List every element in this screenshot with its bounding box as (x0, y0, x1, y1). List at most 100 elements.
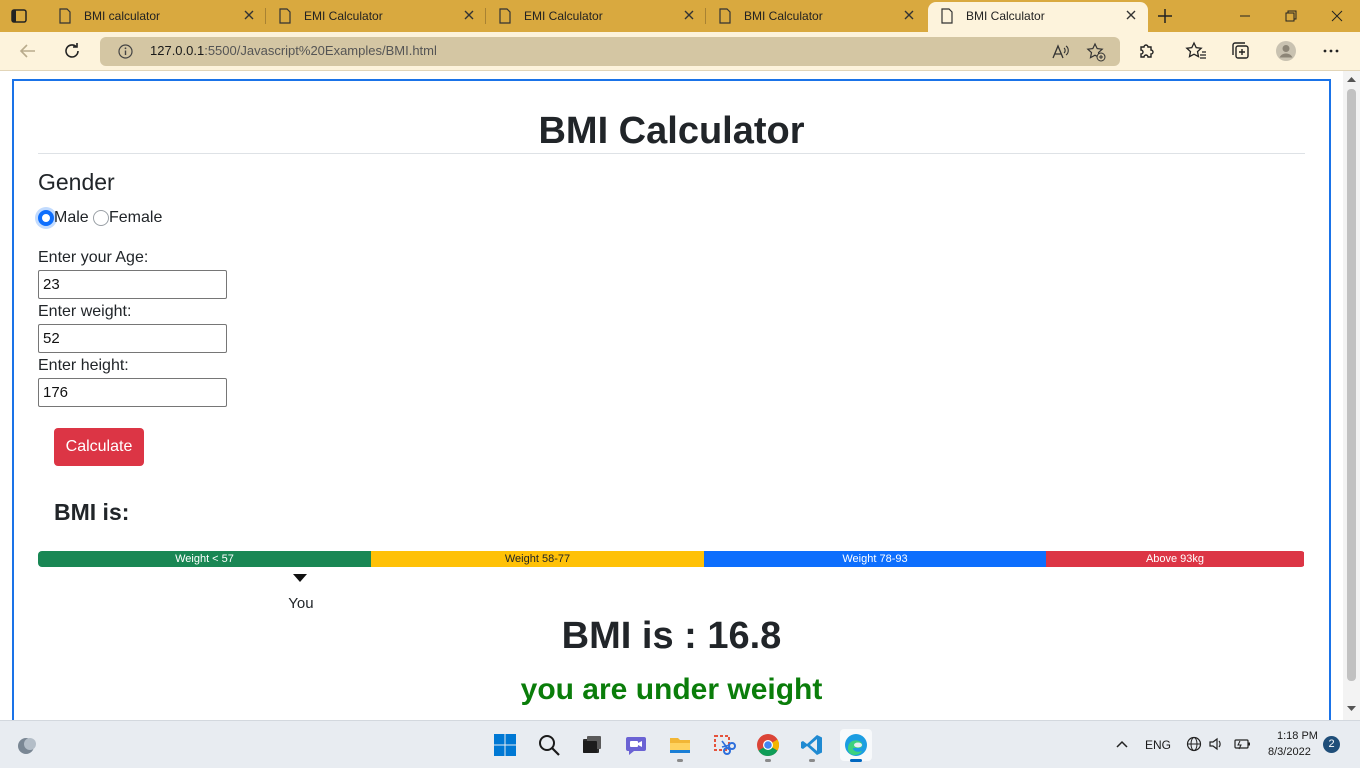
url-path: :5500/Javascript%20Examples/BMI.html (204, 43, 437, 58)
back-button[interactable] (17, 40, 39, 62)
page-scrollbar[interactable] (1343, 71, 1360, 720)
page-icon (941, 8, 953, 24)
age-input[interactable] (38, 270, 227, 299)
collections-icon (1232, 42, 1249, 59)
vscode-button[interactable] (796, 729, 828, 762)
weight-input[interactable] (38, 324, 227, 353)
url-host: 127.0.0.1 (150, 43, 205, 58)
scroll-thumb[interactable] (1347, 89, 1356, 681)
restore-icon (1285, 10, 1297, 22)
bmi-result: BMI is : 16.8 (561, 615, 782, 657)
browser-tab-active[interactable]: BMI Calculator (928, 2, 1148, 32)
chrome-icon (757, 734, 779, 756)
title-divider (38, 153, 1305, 154)
close-icon[interactable] (462, 8, 476, 22)
close-icon[interactable] (682, 8, 696, 22)
teams-chat-icon (626, 737, 646, 755)
search-icon (539, 735, 560, 756)
scroll-down-icon[interactable] (1347, 704, 1356, 713)
browser-tab[interactable]: EMI Calculator (486, 0, 706, 32)
snipping-tool-icon (714, 735, 736, 755)
back-arrow-icon (19, 44, 35, 58)
tab-title: EMI Calculator (304, 9, 383, 23)
page-icon (499, 8, 511, 24)
file-explorer-button[interactable] (664, 729, 696, 762)
url-text[interactable]: 127.0.0.1:5500/Javascript%20Examples/BMI… (150, 43, 437, 58)
teams-chat-button[interactable] (620, 729, 652, 761)
calculate-button[interactable]: Calculate (54, 428, 144, 466)
search-button[interactable] (533, 729, 565, 761)
taskview-button[interactable] (576, 729, 608, 761)
new-tab-icon[interactable] (1156, 7, 1174, 25)
tab-actions-icon[interactable] (10, 7, 28, 25)
male-radio[interactable] (38, 210, 54, 226)
show-hidden-icons-chevron-up-icon[interactable] (1115, 738, 1129, 750)
close-icon[interactable] (902, 8, 916, 22)
male-label[interactable]: Male (54, 209, 89, 227)
close-window-button[interactable] (1314, 0, 1360, 32)
edge-icon (845, 734, 867, 756)
more-dots-icon (1323, 49, 1339, 53)
close-icon[interactable] (242, 8, 256, 22)
language-indicator[interactable]: ENG (1145, 738, 1171, 752)
browser-toolbar: 127.0.0.1:5500/Javascript%20Examples/BMI… (0, 32, 1360, 71)
extensions-button[interactable] (1136, 40, 1158, 62)
task-view-icon (583, 736, 601, 753)
address-bar[interactable]: 127.0.0.1:5500/Javascript%20Examples/BMI… (100, 37, 1120, 66)
tab-title: BMI Calculator (966, 9, 1045, 23)
female-radio[interactable] (93, 210, 109, 226)
snipping-tool-button[interactable] (708, 729, 740, 761)
browser-tab[interactable]: BMI calculator (46, 0, 266, 32)
bmi-label: BMI is: (54, 499, 130, 525)
close-icon (1331, 10, 1343, 22)
weight-range-bar: Weight < 57 Weight 58-77 Weight 78-93 Above… (38, 551, 1305, 567)
you-marker-icon (293, 574, 308, 582)
add-favorite-icon[interactable] (1086, 42, 1106, 62)
page-icon (719, 8, 731, 24)
running-indicator (850, 759, 862, 762)
page-viewport: BMI Calculator Gender Male Female Enter … (0, 71, 1360, 720)
clock-time[interactable]: 1:18 PM (1277, 730, 1318, 742)
settings-more-button[interactable] (1320, 40, 1342, 62)
gender-heading: Gender (38, 169, 115, 195)
browser-tab-strip: BMI calculator EMI Calculator EMI Calcul… (0, 0, 1360, 32)
notification-badge[interactable]: 2 (1323, 736, 1340, 753)
info-icon[interactable] (118, 44, 133, 59)
weight-range-segment: Above 93kg (1046, 551, 1304, 567)
weather-widget-icon[interactable] (16, 734, 40, 756)
favorites-button[interactable] (1185, 40, 1207, 62)
folder-icon (670, 738, 690, 753)
restore-button[interactable] (1268, 0, 1314, 32)
edge-button[interactable] (840, 729, 872, 762)
age-label: Enter your Age: (38, 249, 149, 266)
clock-date[interactable]: 8/3/2022 (1268, 746, 1311, 758)
female-label[interactable]: Female (109, 209, 162, 227)
close-icon[interactable] (1124, 8, 1138, 22)
browser-tab[interactable]: BMI Calculator (706, 0, 926, 32)
running-indicator (809, 759, 815, 762)
profile-button[interactable] (1275, 40, 1297, 62)
chrome-button[interactable] (752, 729, 784, 762)
weight-range-segment: Weight 58-77 (371, 551, 704, 567)
minimize-icon (1240, 15, 1250, 17)
running-indicator (765, 759, 771, 762)
read-aloud-icon[interactable] (1050, 42, 1070, 62)
network-globe-icon[interactable] (1186, 736, 1202, 752)
vscode-icon (801, 735, 822, 755)
weight-range-segment: Weight < 57 (38, 551, 371, 567)
bmi-status: you are under weight (520, 673, 823, 706)
browser-tab[interactable]: EMI Calculator (266, 0, 486, 32)
scroll-up-icon[interactable] (1347, 75, 1356, 84)
volume-icon[interactable] (1208, 736, 1224, 752)
running-indicator (677, 759, 683, 762)
start-button[interactable] (489, 729, 521, 761)
battery-icon[interactable] (1234, 736, 1252, 752)
page-title: BMI Calculator (538, 110, 805, 152)
height-label: Enter height: (38, 357, 129, 374)
tab-title: EMI Calculator (524, 9, 603, 23)
collections-button[interactable] (1230, 40, 1252, 62)
refresh-button[interactable] (61, 40, 83, 62)
height-input[interactable] (38, 378, 227, 407)
refresh-icon (65, 43, 79, 58)
minimize-button[interactable] (1222, 0, 1268, 32)
